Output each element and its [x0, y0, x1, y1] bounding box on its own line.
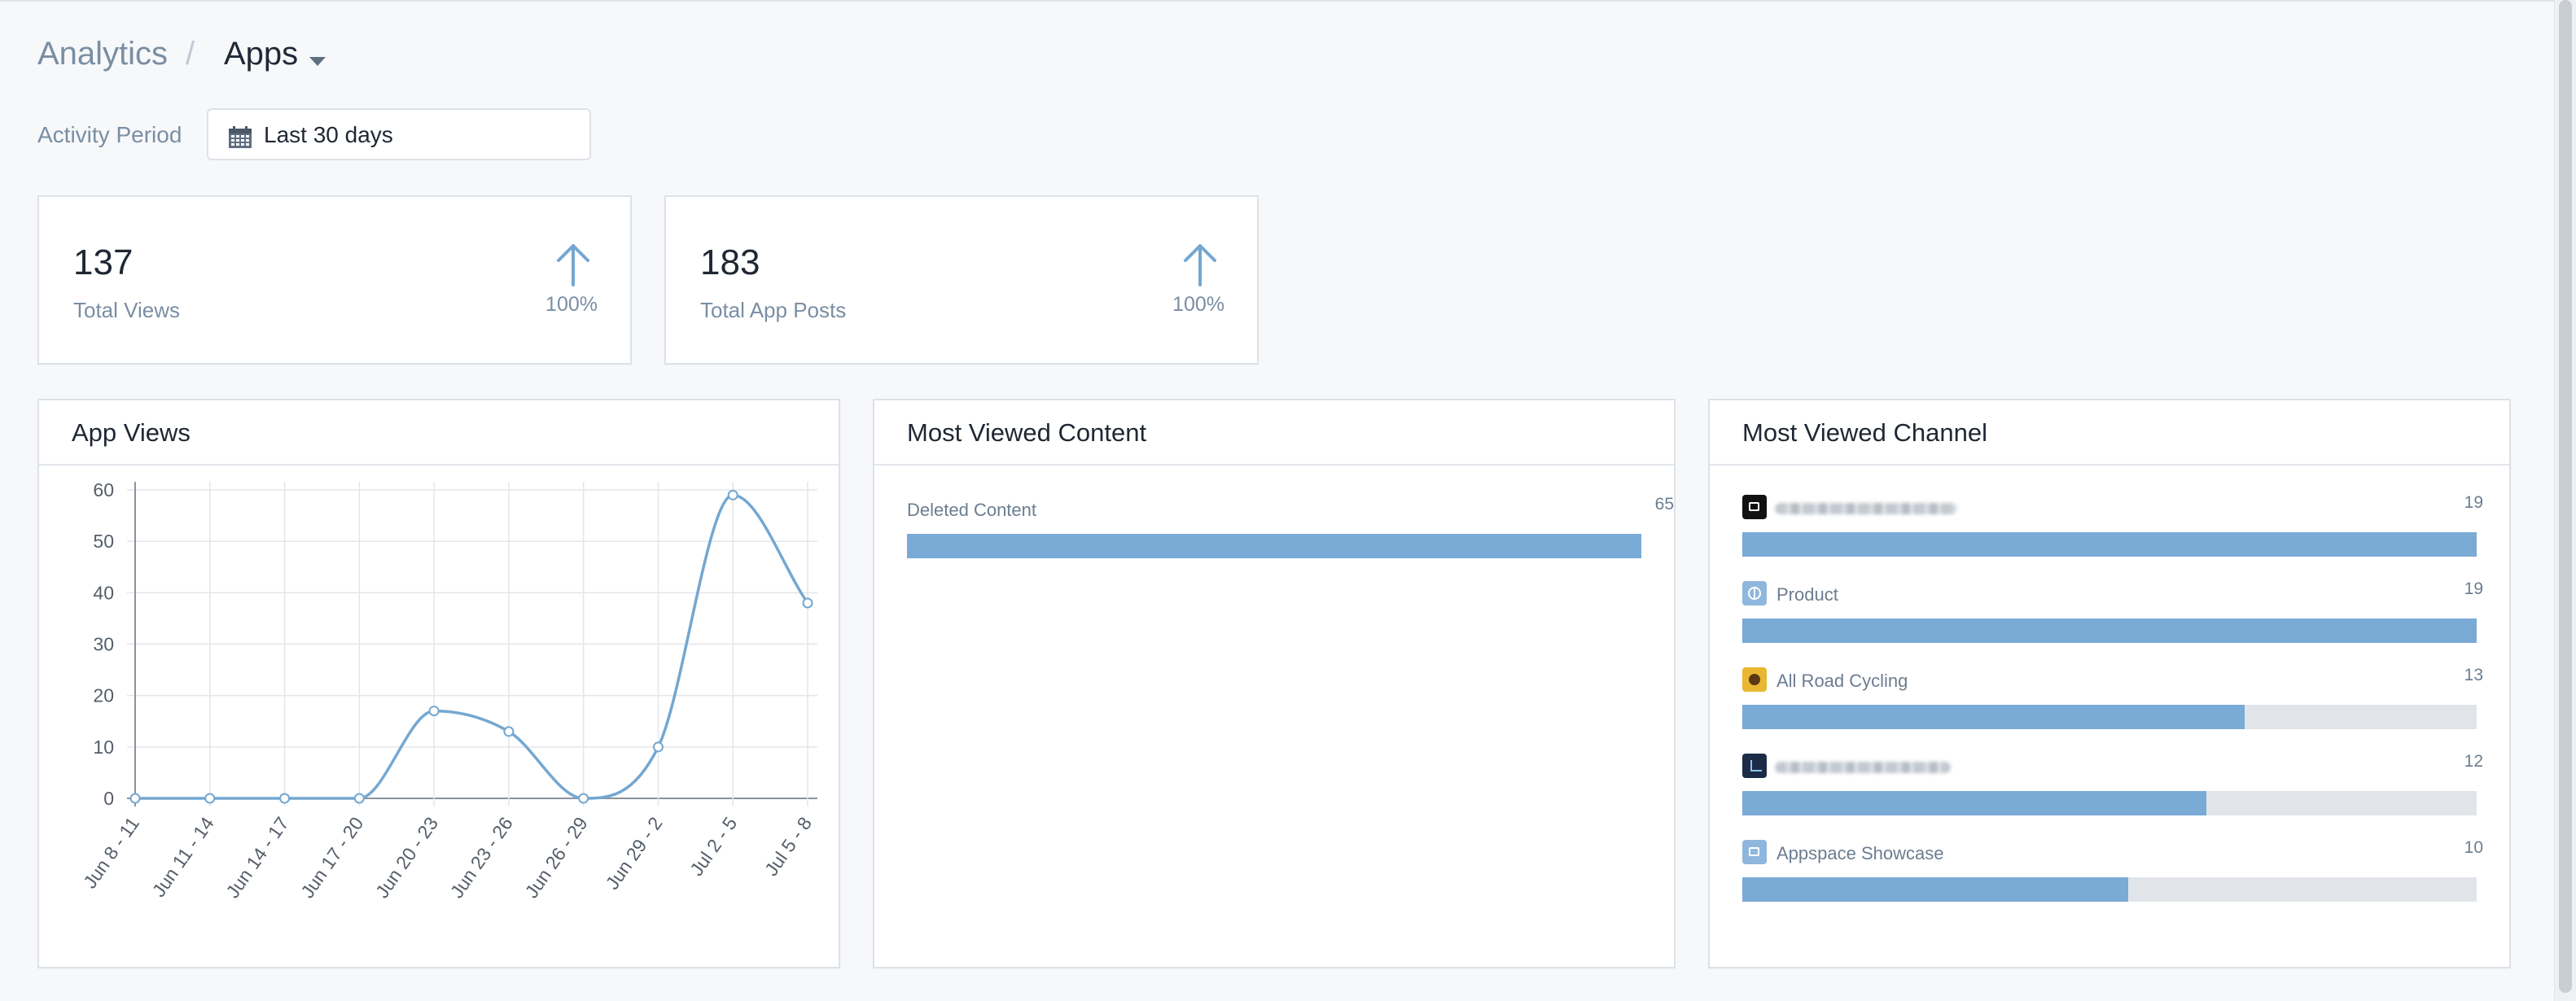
arrow-up-icon: [1184, 244, 1216, 286]
data-point: [279, 793, 291, 804]
panel-header: Most Viewed Content: [874, 400, 1674, 466]
activity-period-value: Last 30 days: [264, 122, 393, 147]
activity-period-label: Activity Period: [37, 122, 182, 147]
data-point: [578, 793, 589, 804]
content-item-bar: [907, 534, 1641, 558]
content-item-value: 65: [1654, 495, 1674, 514]
y-tick-label: 10: [93, 737, 114, 758]
chart-thumb-icon: [1742, 754, 1767, 778]
channel-name-redacted: [1775, 762, 1951, 773]
breadcrumb-analytics-link[interactable]: Analytics: [37, 36, 168, 72]
channel-item-bar: [1742, 791, 2207, 815]
channel-item-bar: [1742, 705, 2245, 729]
data-point: [652, 741, 664, 753]
data-point: [503, 726, 515, 737]
channel-item-value: 19: [2464, 579, 2483, 598]
data-point: [428, 706, 440, 717]
app-views-panel: App Views 0 10 20 30 40 50 60 Jun 8 - 11 Jun 11 …: [37, 399, 840, 968]
total-views-value: 137: [73, 243, 134, 282]
x-tick-label: Jun 8 - 11: [79, 813, 143, 892]
channel-item-value: 19: [2464, 493, 2483, 512]
calendar-icon: [229, 126, 252, 148]
activity-period-select[interactable]: Last 30 days: [207, 108, 591, 160]
app-views-series-line: [135, 493, 809, 800]
x-tick-label: Jun 20 - 23: [371, 813, 442, 902]
channel-item-bar-track: [1742, 877, 2477, 902]
caret-down-icon[interactable]: [309, 57, 326, 66]
x-tick-label: Jun 26 - 29: [520, 813, 591, 902]
y-tick-label: 50: [93, 531, 114, 552]
channel-item-value: 13: [2464, 666, 2483, 684]
data-point: [204, 793, 216, 804]
x-tick-label: Jul 5 - 8: [760, 813, 816, 880]
breadcrumb-apps-dropdown[interactable]: Apps: [224, 36, 298, 72]
scrollbar-thumb[interactable]: [2559, 0, 2572, 993]
y-tick-label: 30: [93, 634, 114, 655]
data-point: [802, 597, 813, 609]
channel-item-bar: [1742, 877, 2129, 902]
most-viewed-channel-title: Most Viewed Channel: [1742, 418, 1987, 447]
total-views-label: Total Views: [73, 298, 181, 322]
data-point: [353, 793, 365, 804]
y-tick-label: 60: [93, 479, 114, 500]
y-tick-label: 20: [93, 685, 114, 706]
app-dark-icon: [1742, 495, 1767, 519]
panel-header: App Views: [39, 400, 839, 466]
total-views-change: 100%: [545, 293, 598, 316]
arrow-up-icon: [557, 244, 589, 286]
x-tick-label: Jun 23 - 26: [446, 813, 517, 902]
y-tick-label: 40: [93, 582, 114, 603]
channel-item-bar-track: [1742, 619, 2477, 643]
channel-item-label: Product: [1776, 584, 1838, 605]
page-scrollbar[interactable]: [2554, 0, 2576, 1001]
channel-item-bar-track: [1742, 532, 2477, 557]
panel-header: Most Viewed Channel: [1710, 400, 2509, 466]
channel-item-value: 12: [2464, 752, 2483, 771]
most-viewed-content-title: Most Viewed Content: [907, 418, 1147, 447]
sunflower-icon: [1742, 667, 1767, 692]
y-tick-label: 0: [103, 788, 114, 809]
x-tick-label: Jun 29 - 2: [602, 813, 667, 894]
content-item-label: Deleted Content: [907, 500, 1036, 520]
channel-name-redacted: [1775, 503, 1957, 514]
channel-item-bar-track: [1742, 791, 2477, 815]
channel-item-label: All Road Cycling: [1776, 671, 1908, 691]
total-app-posts-label: Total App Posts: [700, 298, 847, 322]
channel-item-bar: [1742, 619, 2477, 643]
x-tick-label: Jun 17 - 20: [296, 813, 367, 902]
app-light-icon: [1742, 840, 1767, 864]
content-item-bar-track: [907, 534, 1641, 558]
x-tick-label: Jun 11 - 14: [148, 813, 218, 901]
channel-item-bar: [1742, 532, 2477, 557]
total-app-posts-card: 183 Total App Posts 100%: [664, 195, 1259, 365]
total-views-card: 137 Total Views 100%: [37, 195, 632, 365]
total-app-posts-change: 100%: [1172, 293, 1224, 316]
channel-item-value: 10: [2464, 838, 2483, 857]
channel-item-label: Appspace Showcase: [1776, 843, 1944, 863]
x-tick-label: Jul 2 - 5: [686, 813, 741, 880]
data-point: [129, 793, 141, 804]
x-tick-label: Jun 14 - 17: [221, 813, 292, 902]
most-viewed-channel-panel: Most Viewed Channel 19 Product 19 All Ro…: [1708, 399, 2511, 968]
globe-icon: [1742, 581, 1767, 605]
channel-item-bar-track: [1742, 705, 2477, 729]
app-views-title: App Views: [72, 418, 191, 447]
breadcrumb-separator: /: [186, 36, 195, 72]
app-views-chart: 0 10 20 30 40 50 60 Jun 8 - 11 Jun 11 - 14 Jun 14…: [79, 479, 817, 902]
total-app-posts-value: 183: [700, 243, 760, 282]
most-viewed-content-panel: Most Viewed Content Deleted Content 65: [873, 399, 1676, 968]
data-point: [727, 489, 738, 500]
top-border: [0, 0, 2576, 2]
